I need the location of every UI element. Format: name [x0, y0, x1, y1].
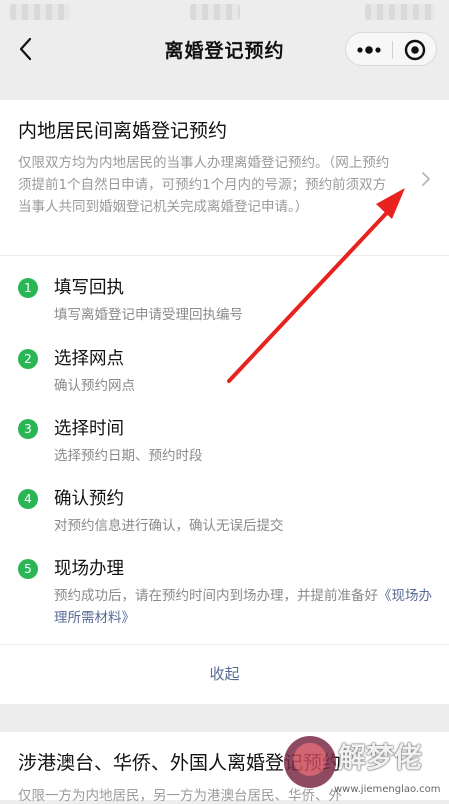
step-number-badge: 2 [18, 349, 38, 369]
mainland-divorce-entry[interactable]: 内地居民间离婚登记预约 仅限双方均为内地居民的当事人办理离婚登记预约。（网上预约… [0, 100, 449, 255]
status-center-blurred [190, 4, 240, 20]
more-icon[interactable] [346, 33, 392, 67]
step-2: 2 选择网点 确认预约网点 [0, 345, 449, 415]
step-description: 预约成功后，请在预约时间内到场办理，并提前准备好《现场办理所需材料》 [54, 585, 434, 629]
status-icons-blurred [365, 4, 435, 20]
step-3: 3 选择时间 选择预约日期、预约时段 [0, 415, 449, 485]
step-4: 4 确认预约 对预约信息进行确认，确认无误后提交 [0, 485, 449, 555]
status-time-blurred [10, 4, 70, 20]
status-bar [0, 0, 449, 24]
step-description: 选择预约日期、预约时段 [54, 448, 203, 464]
step-description: 填写离婚登记申请受理回执编号 [54, 307, 243, 323]
mainland-divorce-card: 内地居民间离婚登记预约 仅限双方均为内地居民的当事人办理离婚登记预约。（网上预约… [0, 100, 449, 704]
step-number-badge: 5 [18, 559, 38, 579]
watermark-text: 解梦佬 [338, 741, 423, 774]
step-title: 确认预约 [54, 489, 124, 509]
step-description: 确认预约网点 [54, 378, 135, 394]
step-title: 填写回执 [54, 278, 124, 298]
watermark: 解梦佬 www.jiemenglao.com [280, 736, 445, 800]
divider [0, 255, 449, 256]
watermark-logo-icon [284, 736, 336, 788]
step-number-badge: 1 [18, 278, 38, 298]
close-circle-icon[interactable] [393, 33, 437, 67]
card-description: 仅限双方均为内地居民的当事人办理离婚登记预约。（网上预约须提前1个自然日申请，可… [18, 155, 390, 215]
step-description-text: 预约成功后，请在预约时间内到场办理，并提前准备好 [54, 588, 378, 604]
step-number-badge: 3 [18, 419, 38, 439]
card-title: 内地居民间离婚登记预约 [18, 120, 228, 142]
collapse-button[interactable]: 收起 [0, 644, 449, 704]
step-5: 5 现场办理 预约成功后，请在预约时间内到场办理，并提前准备好《现场办理所需材料… [0, 555, 449, 635]
step-title: 选择时间 [54, 419, 124, 439]
step-title: 现场办理 [54, 559, 124, 579]
step-number-badge: 4 [18, 489, 38, 509]
watermark-url: www.jiemenglao.com [334, 784, 441, 795]
step-1: 1 填写回执 填写离婚登记申请受理回执编号 [0, 274, 449, 344]
nav-bar: 离婚登记预约 [0, 24, 449, 76]
step-title: 选择网点 [54, 349, 124, 369]
step-description: 对预约信息进行确认，确认无误后提交 [54, 518, 284, 534]
chevron-right-icon [419, 170, 433, 188]
mini-program-capsule [345, 32, 437, 66]
